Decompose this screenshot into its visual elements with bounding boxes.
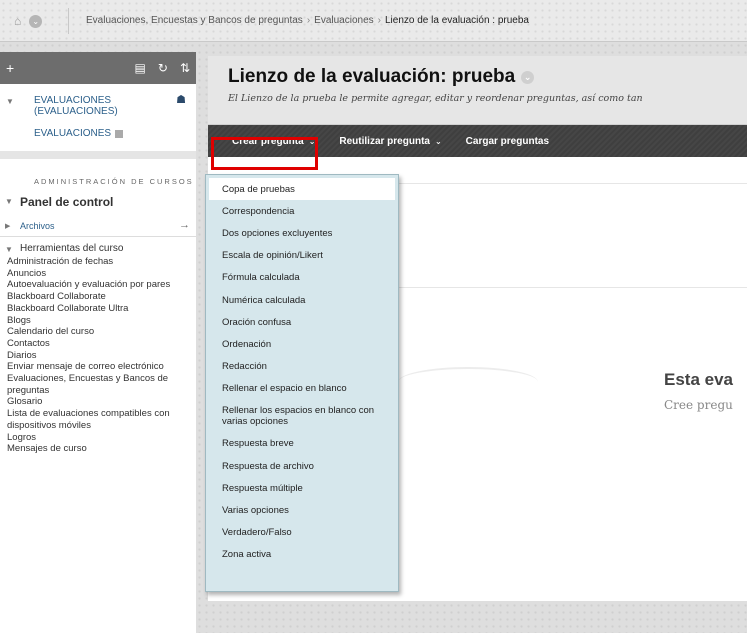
breadcrumb-divider — [68, 8, 69, 34]
collapse-triangle-icon[interactable]: ▼ — [5, 197, 13, 206]
tool-link[interactable]: Calendario del curso — [7, 326, 196, 338]
control-panel-title[interactable]: Panel de control — [20, 195, 113, 209]
decorative-swoosh — [398, 367, 538, 397]
files-label[interactable]: Archivos — [20, 221, 55, 231]
sidebar-item-files[interactable]: ▶ Archivos → — [0, 216, 196, 237]
add-menu-item-button[interactable]: + — [6, 60, 14, 76]
menu-item-question-type[interactable]: Redacción — [206, 356, 398, 378]
control-panel-header[interactable]: ▼ Panel de control — [0, 187, 196, 209]
tool-link[interactable]: Contactos — [7, 338, 196, 350]
menu-item-question-type[interactable]: Ordenación — [206, 333, 398, 355]
tool-link[interactable]: Evaluaciones, Encuestas y Bancos de preg… — [7, 373, 196, 396]
empty-state-title: Esta eva — [664, 370, 733, 389]
create-question-label[interactable]: Crear pregunta — [232, 136, 304, 147]
tool-link[interactable]: Blackboard Collaborate Ultra — [7, 303, 196, 315]
tool-link[interactable]: Autoevaluación y evaluación por pares — [7, 279, 196, 291]
chevron-down-icon[interactable]: ⌄ — [309, 137, 316, 146]
reuse-question-label[interactable]: Reutilizar pregunta — [339, 136, 430, 147]
breadcrumb-current: Lienzo de la evaluación : prueba — [384, 15, 529, 26]
chevron-down-icon[interactable]: ⌄ — [521, 70, 535, 84]
menu-item-question-type[interactable]: Respuesta breve — [206, 433, 398, 455]
menu-item-question-type[interactable]: Rellenar los espacios en blanco con vari… — [206, 400, 398, 433]
menu-item-question-type[interactable]: Fórmula calculada — [206, 267, 398, 289]
sidebar-item-label[interactable]: EVALUACIONES — [34, 128, 111, 139]
upload-questions-label[interactable]: Cargar preguntas — [466, 136, 549, 147]
breadcrumb-bar: ⌂ ⌄ Evaluaciones, Encuestas y Bancos de … — [0, 0, 747, 42]
admin-heading: ADMINISTRACIÓN DE CURSOS — [34, 177, 194, 186]
tool-link[interactable]: Blackboard Collaborate — [7, 291, 196, 303]
refresh-icon[interactable]: ↻ — [158, 61, 168, 75]
menu-item-question-type[interactable]: Dos opciones excluyentes — [206, 222, 398, 244]
breadcrumb: Evaluaciones, Encuestas y Bancos de preg… — [86, 15, 529, 26]
menu-item-question-type[interactable]: Oración confusa — [206, 311, 398, 333]
breadcrumb-separator: › — [306, 15, 311, 26]
action-bar: Crear pregunta ⌄ Reutilizar pregunta ⌄ C… — [208, 125, 747, 157]
folder-view-icon[interactable]: ▤ — [135, 61, 146, 75]
create-question-dropdown: Copa de pruebas Correspondencia Dos opci… — [205, 174, 399, 592]
course-title[interactable]: ▼ EVALUACIONES (EVALUACIONES) ☗ — [0, 84, 196, 118]
empty-state-text: Cree pregu — [664, 398, 733, 412]
menu-item-question-type[interactable]: Respuesta múltiple — [206, 477, 398, 499]
chevron-down-icon[interactable]: ⌄ — [435, 137, 442, 146]
chevron-down-icon[interactable]: ⌄ — [29, 14, 43, 28]
sidebar-divider — [0, 151, 196, 159]
breadcrumb-item-evaluaciones[interactable]: Evaluaciones — [314, 15, 373, 26]
tool-link[interactable]: Mensajes de curso — [7, 443, 196, 455]
course-tools-list: Administración de fechas Anuncios Autoev… — [0, 256, 196, 455]
breadcrumb-home[interactable]: ⌂ ⌄ — [8, 11, 60, 31]
create-question-button[interactable]: Crear pregunta ⌄ — [220, 125, 327, 157]
tool-link[interactable]: Logros — [7, 432, 196, 444]
divider — [388, 287, 747, 288]
tool-link[interactable]: Blogs — [7, 315, 196, 327]
reuse-question-button[interactable]: Reutilizar pregunta ⌄ — [327, 125, 453, 157]
home-icon[interactable]: ⌂ — [14, 14, 21, 28]
menu-item-question-type[interactable]: Respuesta de archivo — [206, 455, 398, 477]
tool-link[interactable]: Enviar mensaje de correo electrónico — [7, 361, 196, 373]
course-tools-label[interactable]: Herramientas del curso — [20, 243, 123, 254]
tool-link[interactable]: Lista de evaluaciones compatibles con di… — [7, 408, 196, 431]
expand-triangle-icon[interactable]: ▶ — [5, 222, 10, 230]
course-tools-header[interactable]: ▼ Herramientas del curso — [0, 237, 196, 256]
home-icon[interactable]: ☗ — [176, 95, 186, 106]
page-description: El Lienzo de la prueba le permite agrega… — [228, 93, 643, 104]
collapse-triangle-icon[interactable]: ▼ — [6, 96, 14, 107]
course-menu-sidebar: + ▤ ↻ ⇅ ▼ EVALUACIONES (EVALUACIONES) ☗ … — [0, 52, 196, 633]
menu-options-icon[interactable] — [115, 129, 124, 138]
menu-item-question-type[interactable]: Varias opciones — [206, 499, 398, 521]
menu-item-question-type[interactable]: Rellenar el espacio en blanco — [206, 378, 398, 400]
menu-item-question-type[interactable]: Correspondencia — [206, 200, 398, 222]
breadcrumb-separator: › — [377, 15, 381, 26]
sidebar-item-evaluaciones[interactable]: EVALUACIONES — [0, 117, 196, 139]
sort-icon[interactable]: ⇅ — [180, 61, 190, 75]
tool-link[interactable]: Glosario — [7, 396, 196, 408]
page-title: Lienzo de la evaluación: prueba ⌄ — [228, 66, 747, 88]
menu-item-question-type[interactable]: Copa de pruebas — [209, 178, 395, 201]
page-header: Lienzo de la evaluación: prueba ⌄ El Lie… — [208, 56, 747, 125]
tool-link[interactable]: Diarios — [7, 350, 196, 362]
menu-item-question-type[interactable]: Escala de opinión/Likert — [206, 245, 398, 267]
tool-link[interactable]: Anuncios — [7, 268, 196, 280]
sidebar-toolbar: + ▤ ↻ ⇅ — [0, 52, 196, 84]
upload-questions-button[interactable]: Cargar preguntas — [454, 125, 561, 157]
arrow-right-icon[interactable]: → — [179, 219, 190, 231]
menu-item-question-type[interactable]: Numérica calculada — [206, 289, 398, 311]
divider — [388, 183, 747, 184]
menu-item-question-type[interactable]: Zona activa — [206, 544, 398, 566]
collapse-triangle-icon[interactable]: ▼ — [5, 245, 13, 254]
breadcrumb-item-evaluaciones-encuestas[interactable]: Evaluaciones, Encuestas y Bancos de preg… — [86, 15, 303, 26]
menu-item-question-type[interactable]: Verdadero/Falso — [206, 522, 398, 544]
tool-link[interactable]: Administración de fechas — [7, 256, 196, 268]
course-name[interactable]: EVALUACIONES (EVALUACIONES) — [34, 95, 118, 117]
page-title-text: Lienzo de la evaluación: prueba — [228, 66, 516, 87]
